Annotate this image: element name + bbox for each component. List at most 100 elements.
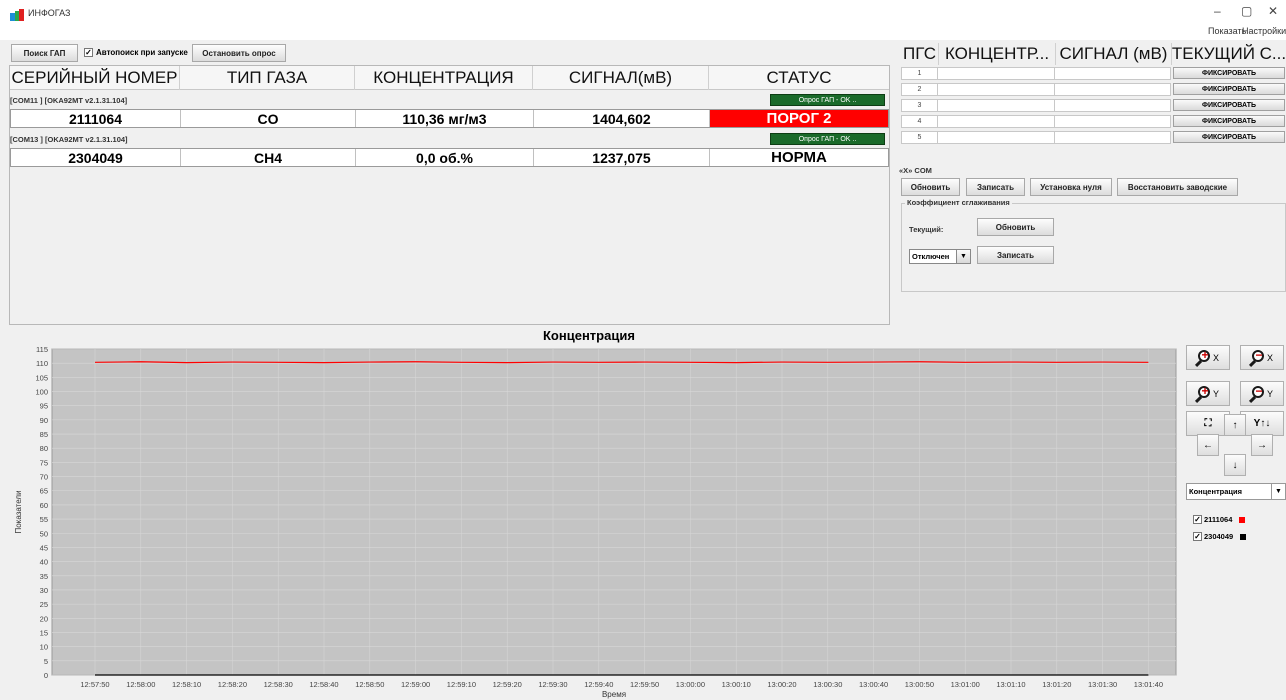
x-tick-label: 12:58:40 [309,680,338,689]
zoom-out-x-button[interactable]: − X [1240,345,1284,370]
x-tick-label: 12:59:00 [401,680,430,689]
pgs-row[interactable]: 2 ФИКСИРОВАТЬ [901,83,1286,96]
pgs-cell-signal[interactable] [1055,131,1171,144]
fix-button[interactable]: ФИКСИРОВАТЬ [1173,83,1285,95]
zero-setup-button[interactable]: Установка нуля [1030,178,1112,196]
legend-item[interactable]: ✓ 2304049 [1193,532,1247,541]
y-tick-label: 15 [40,628,48,637]
header-status[interactable]: СТАТУС [709,66,889,90]
autosearch-checkbox[interactable]: ✓ Автопоиск при запуске [84,48,188,57]
cell-signal: 1237,075 [534,149,710,166]
device-table: СЕРИЙНЫЙ НОМЕР ТИП ГАЗА КОНЦЕНТРАЦИЯ СИГ… [9,65,890,325]
zoom-in-x-button[interactable]: + X [1186,345,1230,370]
series-select[interactable]: Концентрация ▼ [1186,483,1286,500]
x-tick-label: 12:59:20 [493,680,522,689]
device-port-label: [COM11 ] [OKA92MT v2.1.31.104] [10,96,128,105]
header-signal[interactable]: СИГНАЛ(мВ) [533,66,709,90]
pgs-cell-concentration[interactable] [938,83,1055,96]
pgs-cell-signal[interactable] [1055,115,1171,128]
smoothing-select[interactable]: Отключен ▼ [909,249,971,264]
zoom-in-y-button[interactable]: + Y [1186,381,1230,406]
cell-serial: 2304049 [11,149,181,166]
pgs-row[interactable]: 5 ФИКСИРОВАТЬ [901,131,1286,144]
pgs-header-number[interactable]: ПГС [901,43,939,65]
x-tick-label: 13:00:50 [905,680,934,689]
cell-status: НОРМА [710,149,888,166]
restore-defaults-button[interactable]: Восстановить заводские [1117,178,1238,196]
series-line-2111064 [94,361,1149,364]
fix-button[interactable]: ФИКСИРОВАТЬ [1173,115,1285,127]
zoom-out-y-button[interactable]: − Y [1240,381,1284,406]
fix-button[interactable]: ФИКСИРОВАТЬ [1173,131,1285,143]
header-gas-type[interactable]: ТИП ГАЗА [180,66,355,90]
smoothing-refresh-button[interactable]: Обновить [977,218,1054,236]
minimize-button[interactable]: – [1214,4,1221,18]
refresh-button[interactable]: Обновить [901,178,960,196]
pan-up-button[interactable]: ↑ [1224,414,1246,436]
legend-check-icon[interactable]: ✓ [1193,515,1202,524]
pgs-row-number: 1 [901,67,938,80]
pan-left-button[interactable]: ← [1197,434,1219,456]
chevron-down-icon[interactable]: ▼ [1271,484,1285,499]
y-sort-button[interactable]: Y↑↓ [1240,411,1284,436]
pan-down-button[interactable]: ↓ [1224,454,1246,476]
y-tick-label: 115 [36,345,48,354]
pgs-cell-signal[interactable] [1055,67,1171,80]
x-tick-label: 12:58:50 [355,680,384,689]
x-tick-label: 13:01:20 [1042,680,1071,689]
pgs-row-number: 2 [901,83,938,96]
x-tick-label: 13:00:30 [813,680,842,689]
stop-polling-button[interactable]: Остановить опрос [192,44,286,62]
x-tick-label: 13:00:20 [767,680,796,689]
y-tick-label: 80 [40,444,48,453]
poll-status-badge: Опрос ГАП - OK .. [770,94,885,106]
y-axis-label: Показатели [14,490,23,533]
pgs-cell-concentration[interactable] [938,67,1055,80]
fix-button[interactable]: ФИКСИРОВАТЬ [1173,67,1285,79]
write-button[interactable]: Записать [966,178,1025,196]
pgs-cell-signal[interactable] [1055,83,1171,96]
y-tick-label: 20 [40,614,48,623]
pgs-row[interactable]: 4 ФИКСИРОВАТЬ [901,115,1286,128]
zoom-out-icon: − Y [1248,385,1274,403]
y-tick-label: 60 [40,501,48,510]
pgs-cell-concentration[interactable] [938,131,1055,144]
pgs-header-concentration[interactable]: КОНЦЕНТР... [939,43,1056,65]
chart-title: Концентрация [543,328,635,343]
pgs-header-current[interactable]: ТЕКУЩИЙ С... [1172,43,1286,65]
autosearch-check-icon[interactable]: ✓ [84,48,93,57]
concentration-chart[interactable]: 0 5 10 15 20 25 30 35 40 45 50 55 60 65 70 75 80 85 90 95 10… [0,344,1180,700]
pgs-cell-signal[interactable] [1055,99,1171,112]
legend-check-icon[interactable]: ✓ [1193,532,1202,541]
x-tick-label: 13:00:40 [859,680,888,689]
x-tick-label: 12:59:10 [447,680,476,689]
cell-concentration: 0,0 об.% [356,149,534,166]
search-gap-button[interactable]: Поиск ГАП [11,44,78,62]
pgs-row[interactable]: 3 ФИКСИРОВАТЬ [901,99,1286,112]
close-button[interactable]: ✕ [1268,4,1278,18]
pgs-cell-concentration[interactable] [938,99,1055,112]
pan-right-button[interactable]: → [1251,434,1273,456]
pgs-table: ПГС КОНЦЕНТР... СИГНАЛ (мВ) ТЕКУЩИЙ С...… [901,43,1286,151]
x-tick-label: 12:59:50 [630,680,659,689]
pgs-row[interactable]: 1 ФИКСИРОВАТЬ [901,67,1286,80]
pgs-header-signal[interactable]: СИГНАЛ (мВ) [1056,43,1172,65]
x-tick-label: 12:58:20 [218,680,247,689]
legend-label: 2111064 [1204,515,1233,524]
header-concentration[interactable]: КОНЦЕНТРАЦИЯ [355,66,533,90]
fix-button[interactable]: ФИКСИРОВАТЬ [1173,99,1285,111]
header-serial[interactable]: СЕРИЙНЫЙ НОМЕР [10,66,180,90]
menu-show[interactable]: Показать [1208,26,1246,36]
legend-item[interactable]: ✓ 2111064 [1193,515,1246,524]
table-row[interactable]: 2111064 CO 110,36 мг/м3 1404,602 ПОРОГ 2 [10,109,889,128]
smoothing-write-button[interactable]: Записать [977,246,1054,264]
pgs-cell-concentration[interactable] [938,115,1055,128]
fit-icon: ⛶ [1204,418,1212,429]
maximize-button[interactable]: ▢ [1241,4,1252,18]
table-row[interactable]: 2304049 CH4 0,0 об.% 1237,075 НОРМА [10,148,889,167]
menu-settings[interactable]: Настройки [1242,26,1286,36]
cell-status: ПОРОГ 2 [710,110,888,127]
chevron-down-icon[interactable]: ▼ [956,250,970,263]
autosearch-label: Автопоиск при запуске [96,48,188,57]
poll-status-badge: Опрос ГАП - OK .. [770,133,885,145]
